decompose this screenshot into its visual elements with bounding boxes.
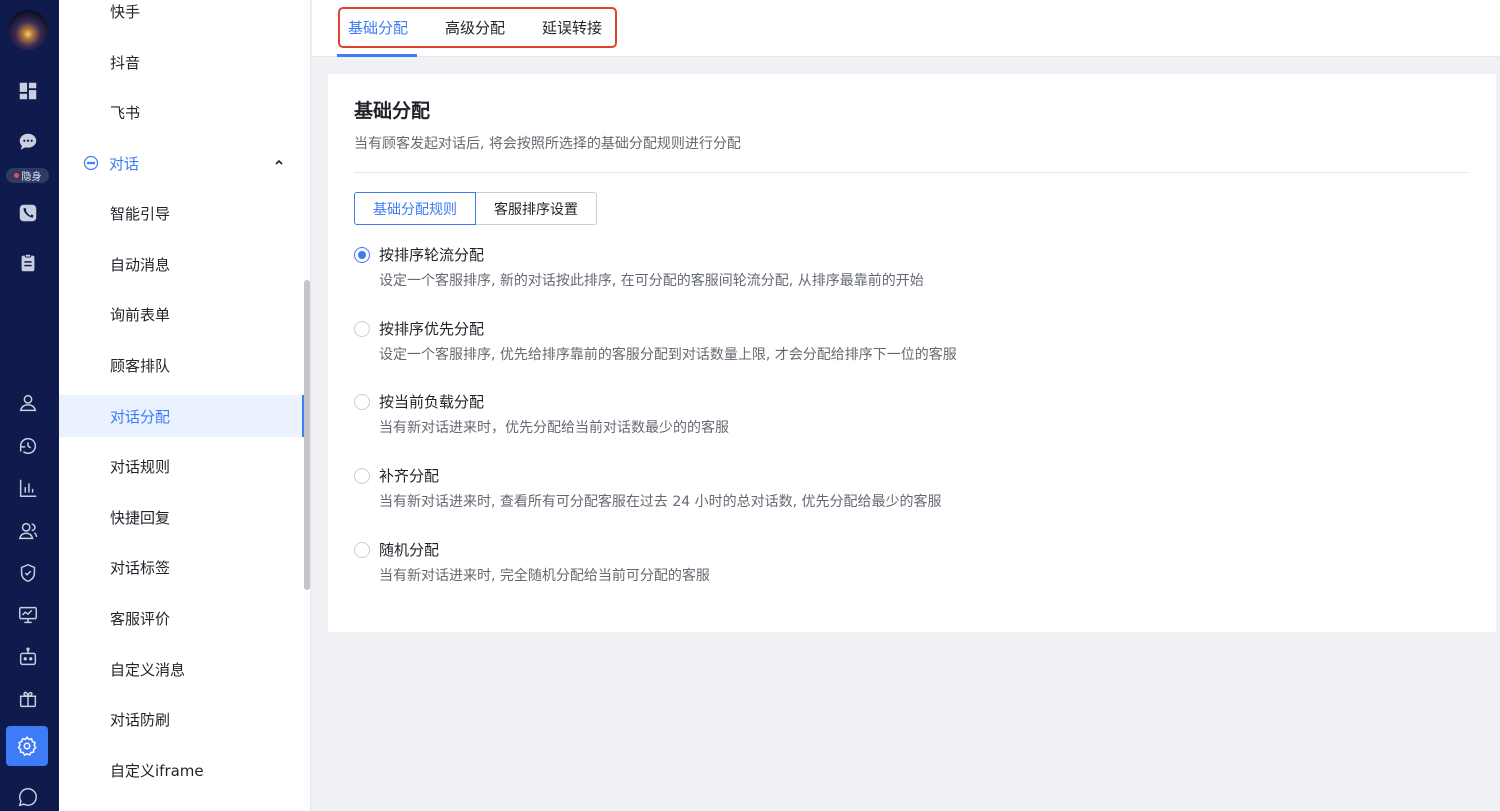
clipboard-icon[interactable]: [13, 248, 43, 278]
history-icon[interactable]: [13, 431, 43, 461]
radio-button[interactable]: [354, 247, 370, 263]
sidebar-item-label: 自定义消息: [110, 660, 186, 679]
sidebar-item-smart-guide[interactable]: 智能引导: [59, 192, 304, 234]
sidebar-item-label: 快捷回复: [110, 508, 171, 527]
sidebar-item-label: 智能引导: [110, 204, 171, 223]
page-description: 当有顾客发起对话后, 将会按照所选择的基础分配规则进行分配: [354, 136, 741, 152]
radio-button[interactable]: [354, 468, 370, 484]
sidebar-item-label: 抖音: [110, 53, 141, 72]
sidebar-group-conversation[interactable]: 对话: [59, 142, 304, 184]
sidebar-item-conversation-rules[interactable]: 对话规则: [59, 445, 304, 487]
sidebar-item-label: 对话分配: [110, 407, 171, 426]
status-dot: [13, 173, 19, 178]
segment-basic-rules[interactable]: 基础分配规则: [354, 192, 476, 225]
sidebar-item-douyin[interactable]: 抖音: [59, 41, 304, 83]
sidebar-item-label: 对话标签: [110, 558, 171, 577]
chevron-up-icon[interactable]: [274, 157, 284, 167]
gear-icon[interactable]: [6, 726, 48, 766]
option-description: 当有新对话进来时, 查看所有可分配客服在过去 24 小时的总对话数, 优先分配给…: [379, 494, 942, 510]
bar-chart-icon[interactable]: [13, 473, 43, 503]
sidebar-item-anti-spam[interactable]: 对话防刷: [59, 698, 304, 740]
gift-icon[interactable]: [13, 684, 43, 714]
monitor-icon[interactable]: [13, 600, 43, 630]
tab-bar: 基础分配 高级分配 延误转接: [312, 0, 1500, 57]
shield-icon[interactable]: [13, 558, 43, 588]
sidebar-item-kuaishou[interactable]: 快手: [59, 0, 304, 32]
option-description: 设定一个客服排序, 新的对话按此排序, 在可分配的客服间轮流分配, 从排序最靠前…: [379, 273, 924, 289]
page-title: 基础分配: [354, 100, 431, 122]
sidebar-item-label: 自动消息: [110, 255, 171, 274]
phone-icon[interactable]: [13, 198, 43, 228]
sidebar-item-quick-reply[interactable]: 快捷回复: [59, 496, 304, 538]
radio-button[interactable]: [354, 542, 370, 558]
team-icon[interactable]: [13, 516, 43, 546]
chat-icon[interactable]: [13, 127, 43, 157]
avatar[interactable]: [8, 10, 48, 50]
sidebar-item-label: 顾客排队: [110, 356, 171, 375]
option-label: 随机分配: [379, 541, 440, 559]
option-description: 当有新对话进来时, 完全随机分配给当前可分配的客服: [379, 568, 710, 584]
radio-button[interactable]: [354, 321, 370, 337]
status-text: 隐身: [21, 172, 42, 183]
sidebar-item-conversation-assignment[interactable]: 对话分配: [59, 395, 304, 437]
option-label: 按排序轮流分配: [379, 246, 485, 264]
sidebar-item-label: 快手: [110, 2, 141, 21]
sidebar-item-feishu[interactable]: 飞书: [59, 91, 304, 133]
segment-agent-order-settings[interactable]: 客服排序设置: [475, 192, 597, 225]
option-description: 设定一个客服排序, 优先给排序靠前的客服分配到对话数量上限, 才会分配给排序下一…: [379, 347, 957, 363]
sidebar-item-conversation-tags[interactable]: 对话标签: [59, 546, 304, 588]
sidebar-item-label: 客服评价: [110, 609, 171, 628]
dashboard-icon[interactable]: [13, 76, 43, 106]
assignment-card: 基础分配 当有顾客发起对话后, 将会按照所选择的基础分配规则进行分配 基础分配规…: [328, 74, 1496, 632]
option-label: 按当前负载分配: [379, 393, 485, 411]
sidebar-item-custom-iframe[interactable]: 自定义iframe: [59, 749, 304, 791]
robot-icon[interactable]: [13, 642, 43, 672]
settings-sidebar: 快手 抖音 飞书 对话 智能引导 自动消息 询前表单 顾客排队 对话分配 对话规…: [59, 0, 311, 811]
app-rail: 隐身: [0, 0, 59, 811]
divider: [354, 172, 1469, 173]
sidebar-item-agent-rating[interactable]: 客服评价: [59, 597, 304, 639]
sidebar-item-customer-queue[interactable]: 顾客排队: [59, 344, 304, 386]
sidebar-scrollbar[interactable]: [304, 280, 310, 590]
option-label: 按排序优先分配: [379, 320, 485, 338]
sidebar-item-auto-message[interactable]: 自动消息: [59, 243, 304, 285]
sidebar-item-label: 询前表单: [110, 305, 171, 324]
chat-bubble-icon: [83, 155, 99, 171]
sidebar-item-pre-chat-form[interactable]: 询前表单: [59, 293, 304, 335]
user-icon[interactable]: [13, 388, 43, 418]
option-description: 当有新对话进来时，优先分配给当前对话数最少的的客服: [379, 420, 729, 436]
status-badge[interactable]: 隐身: [6, 168, 49, 183]
radio-button[interactable]: [354, 394, 370, 410]
option-label: 补齐分配: [379, 467, 440, 485]
sidebar-item-label: 自定义iframe: [110, 761, 204, 780]
active-tab-indicator: [337, 54, 417, 57]
sidebar-item-label: 对话防刷: [110, 710, 171, 729]
sidebar-group-label: 对话: [109, 154, 140, 173]
annotation-highlight-box: [338, 7, 617, 48]
sidebar-item-label: 对话规则: [110, 457, 171, 476]
sidebar-item-label: 飞书: [110, 103, 141, 122]
sidebar-item-custom-message[interactable]: 自定义消息: [59, 648, 304, 690]
message-icon[interactable]: [13, 782, 43, 811]
